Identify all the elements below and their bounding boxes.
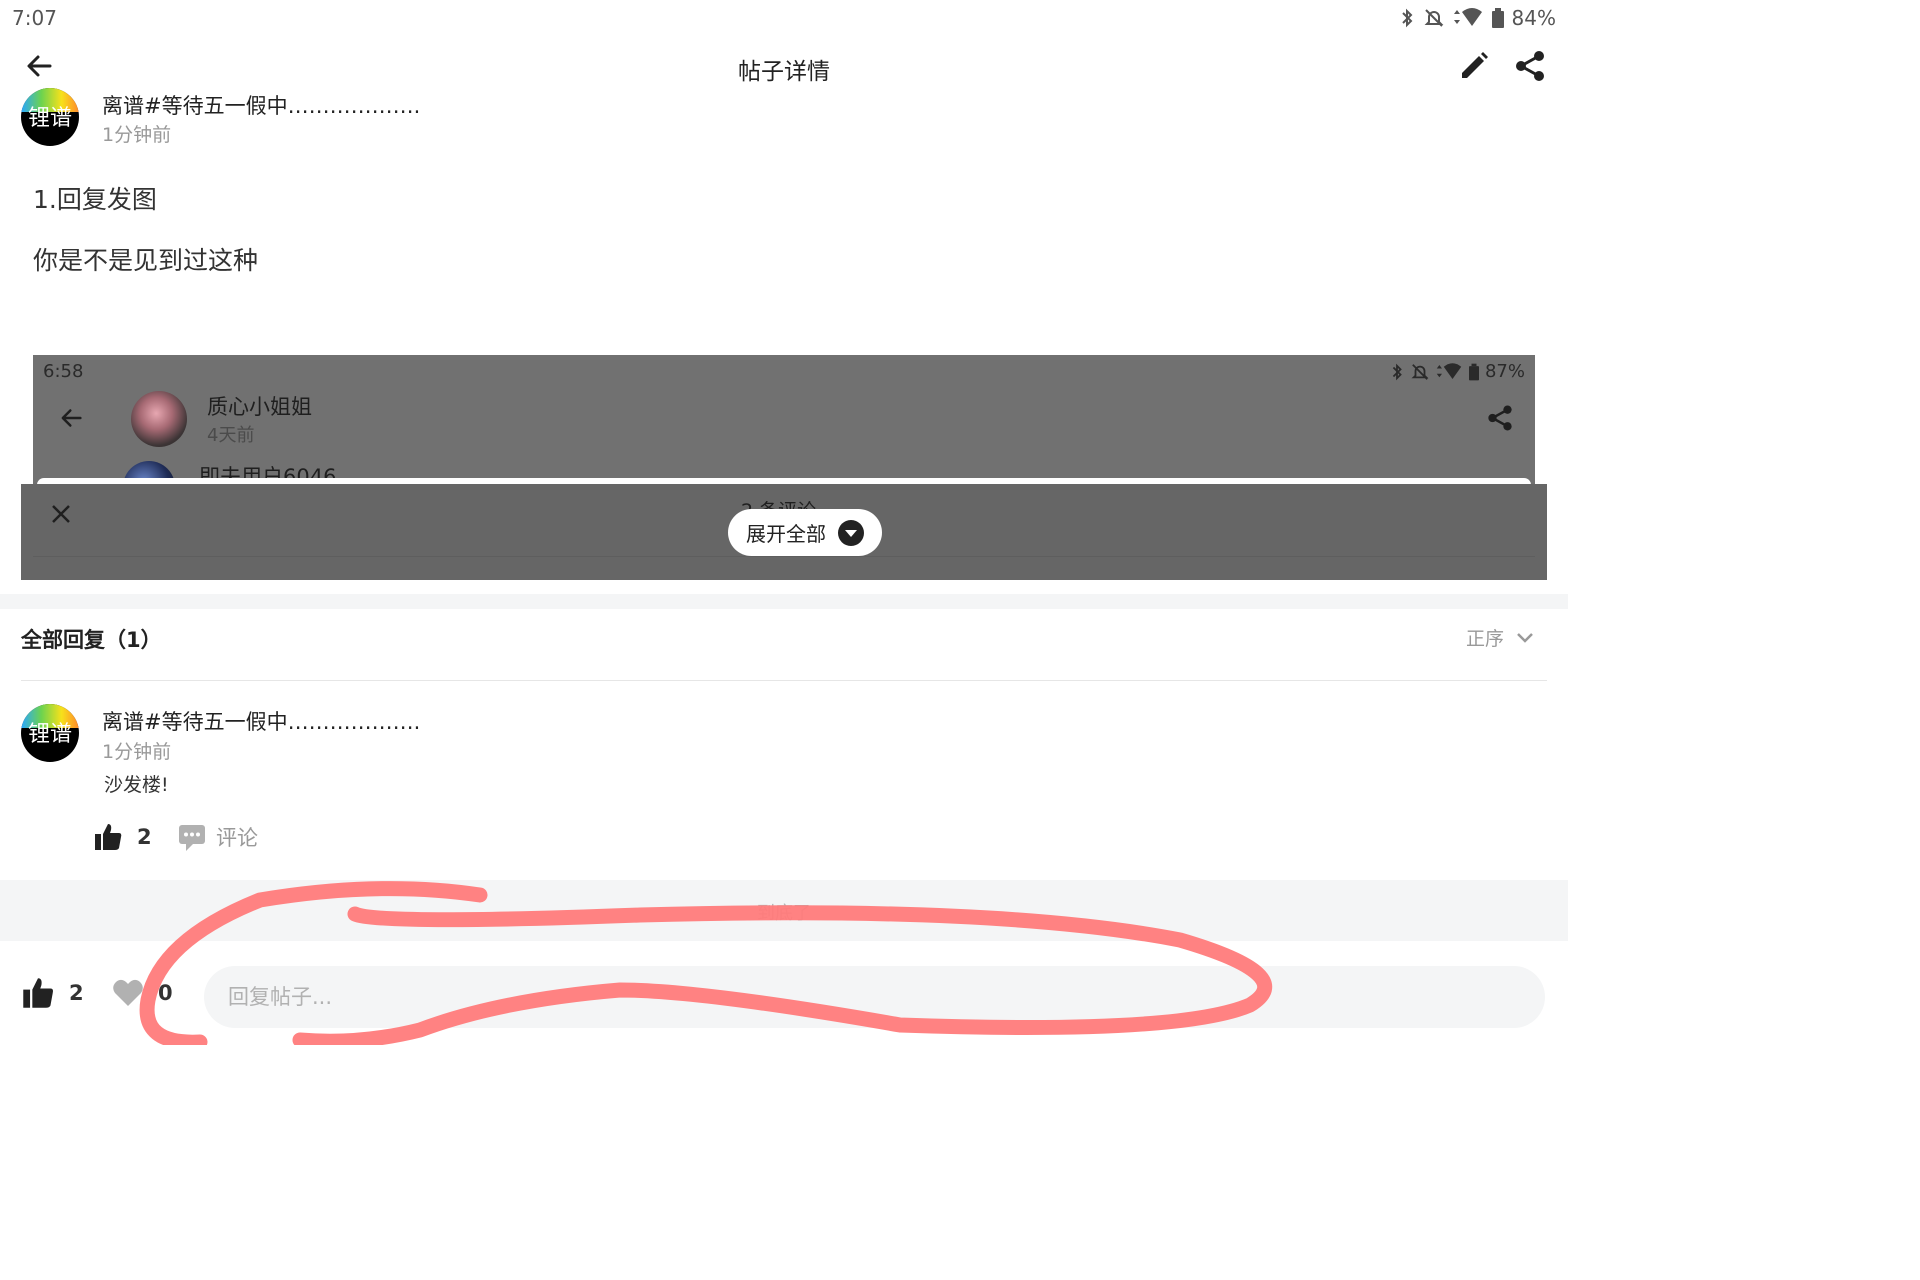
author-name[interactable]: 离谱#等待五一假中………………. — [102, 90, 420, 120]
reply-avatar[interactable]: 锂谱 — [21, 704, 79, 762]
reply-like-button[interactable]: 2 — [93, 822, 152, 852]
image-comment-sheet: 2 条评论 展开全部 — [21, 484, 1547, 580]
post-line-2: 你是不是见到过这种 — [33, 246, 259, 275]
end-of-list-text: 到底了 — [757, 903, 811, 924]
image-user-name: 质心小姐姐 — [207, 395, 312, 419]
image-user-time: 4天前 — [207, 425, 255, 446]
avatar-label: 锂谱 — [27, 722, 72, 747]
image-user-avatar — [131, 391, 187, 447]
post-favorite-button[interactable]: 0 — [112, 978, 173, 1008]
reply-author-name[interactable]: 离谱#等待五一假中………………. — [102, 706, 420, 736]
reply-post-input[interactable] — [204, 966, 1545, 1028]
image-status-time: 6:58 — [43, 361, 84, 382]
post-like-button[interactable]: 2 — [21, 976, 84, 1010]
section-gap — [0, 594, 1568, 609]
status-icons: 84% — [1398, 6, 1556, 30]
expand-all-button[interactable]: 展开全部 — [728, 509, 882, 556]
heart-icon — [113, 979, 143, 1006]
comment-icon — [179, 825, 205, 851]
expand-all-label: 展开全部 — [746, 522, 826, 546]
page-title: 帖子详情 — [738, 59, 830, 85]
battery-level: 84% — [1511, 6, 1556, 30]
image-battery-level: 87% — [1484, 361, 1525, 382]
share-icon — [1488, 405, 1512, 431]
battery-icon — [1491, 8, 1504, 28]
reply-comment-label: 评论 — [216, 826, 258, 850]
post-line-1: 1.回复发图 — [33, 185, 157, 214]
pencil-icon — [1462, 52, 1488, 78]
thumbs-up-icon — [95, 824, 122, 850]
replies-header: 全部回复（1） — [21, 628, 162, 652]
reply-time: 1分钟前 — [102, 741, 172, 763]
thumbs-up-icon — [23, 978, 54, 1008]
sort-label: 正序 — [1466, 628, 1505, 650]
close-icon — [52, 505, 70, 523]
wifi-icon — [1436, 362, 1462, 379]
post-time: 1分钟前 — [102, 124, 172, 146]
arrow-left-icon — [61, 409, 82, 427]
reply-content: 沙发楼! — [104, 774, 169, 796]
share-icon — [1516, 51, 1544, 81]
bluetooth-icon — [1401, 8, 1412, 28]
sort-button[interactable]: 正序 — [1466, 624, 1534, 651]
image-sheet-divider — [33, 556, 1535, 557]
post-like-count: 2 — [69, 981, 84, 1005]
status-time: 7:07 — [12, 6, 57, 30]
image-status-icons: 87% — [1389, 361, 1525, 382]
post-favorite-count: 0 — [158, 981, 173, 1005]
battery-icon — [1468, 363, 1479, 380]
reply-comment-button[interactable]: 评论 — [178, 822, 258, 852]
bell-off-icon — [1424, 9, 1443, 27]
edit-button[interactable] — [1456, 48, 1492, 84]
reply-like-count: 2 — [137, 825, 152, 849]
avatar[interactable]: 锂谱 — [21, 88, 79, 146]
wifi-icon — [1453, 8, 1482, 26]
bell-off-icon — [1411, 363, 1429, 380]
post-image[interactable]: 6:58 87% 质心小姐姐 4天前 即夫用户6046 — [33, 355, 1535, 485]
share-button[interactable] — [1512, 48, 1548, 84]
bluetooth-icon — [1392, 363, 1402, 380]
divider — [21, 680, 1547, 681]
avatar-label: 锂谱 — [27, 106, 72, 131]
chevron-down-icon — [1517, 632, 1533, 643]
chevron-down-icon — [838, 519, 864, 546]
